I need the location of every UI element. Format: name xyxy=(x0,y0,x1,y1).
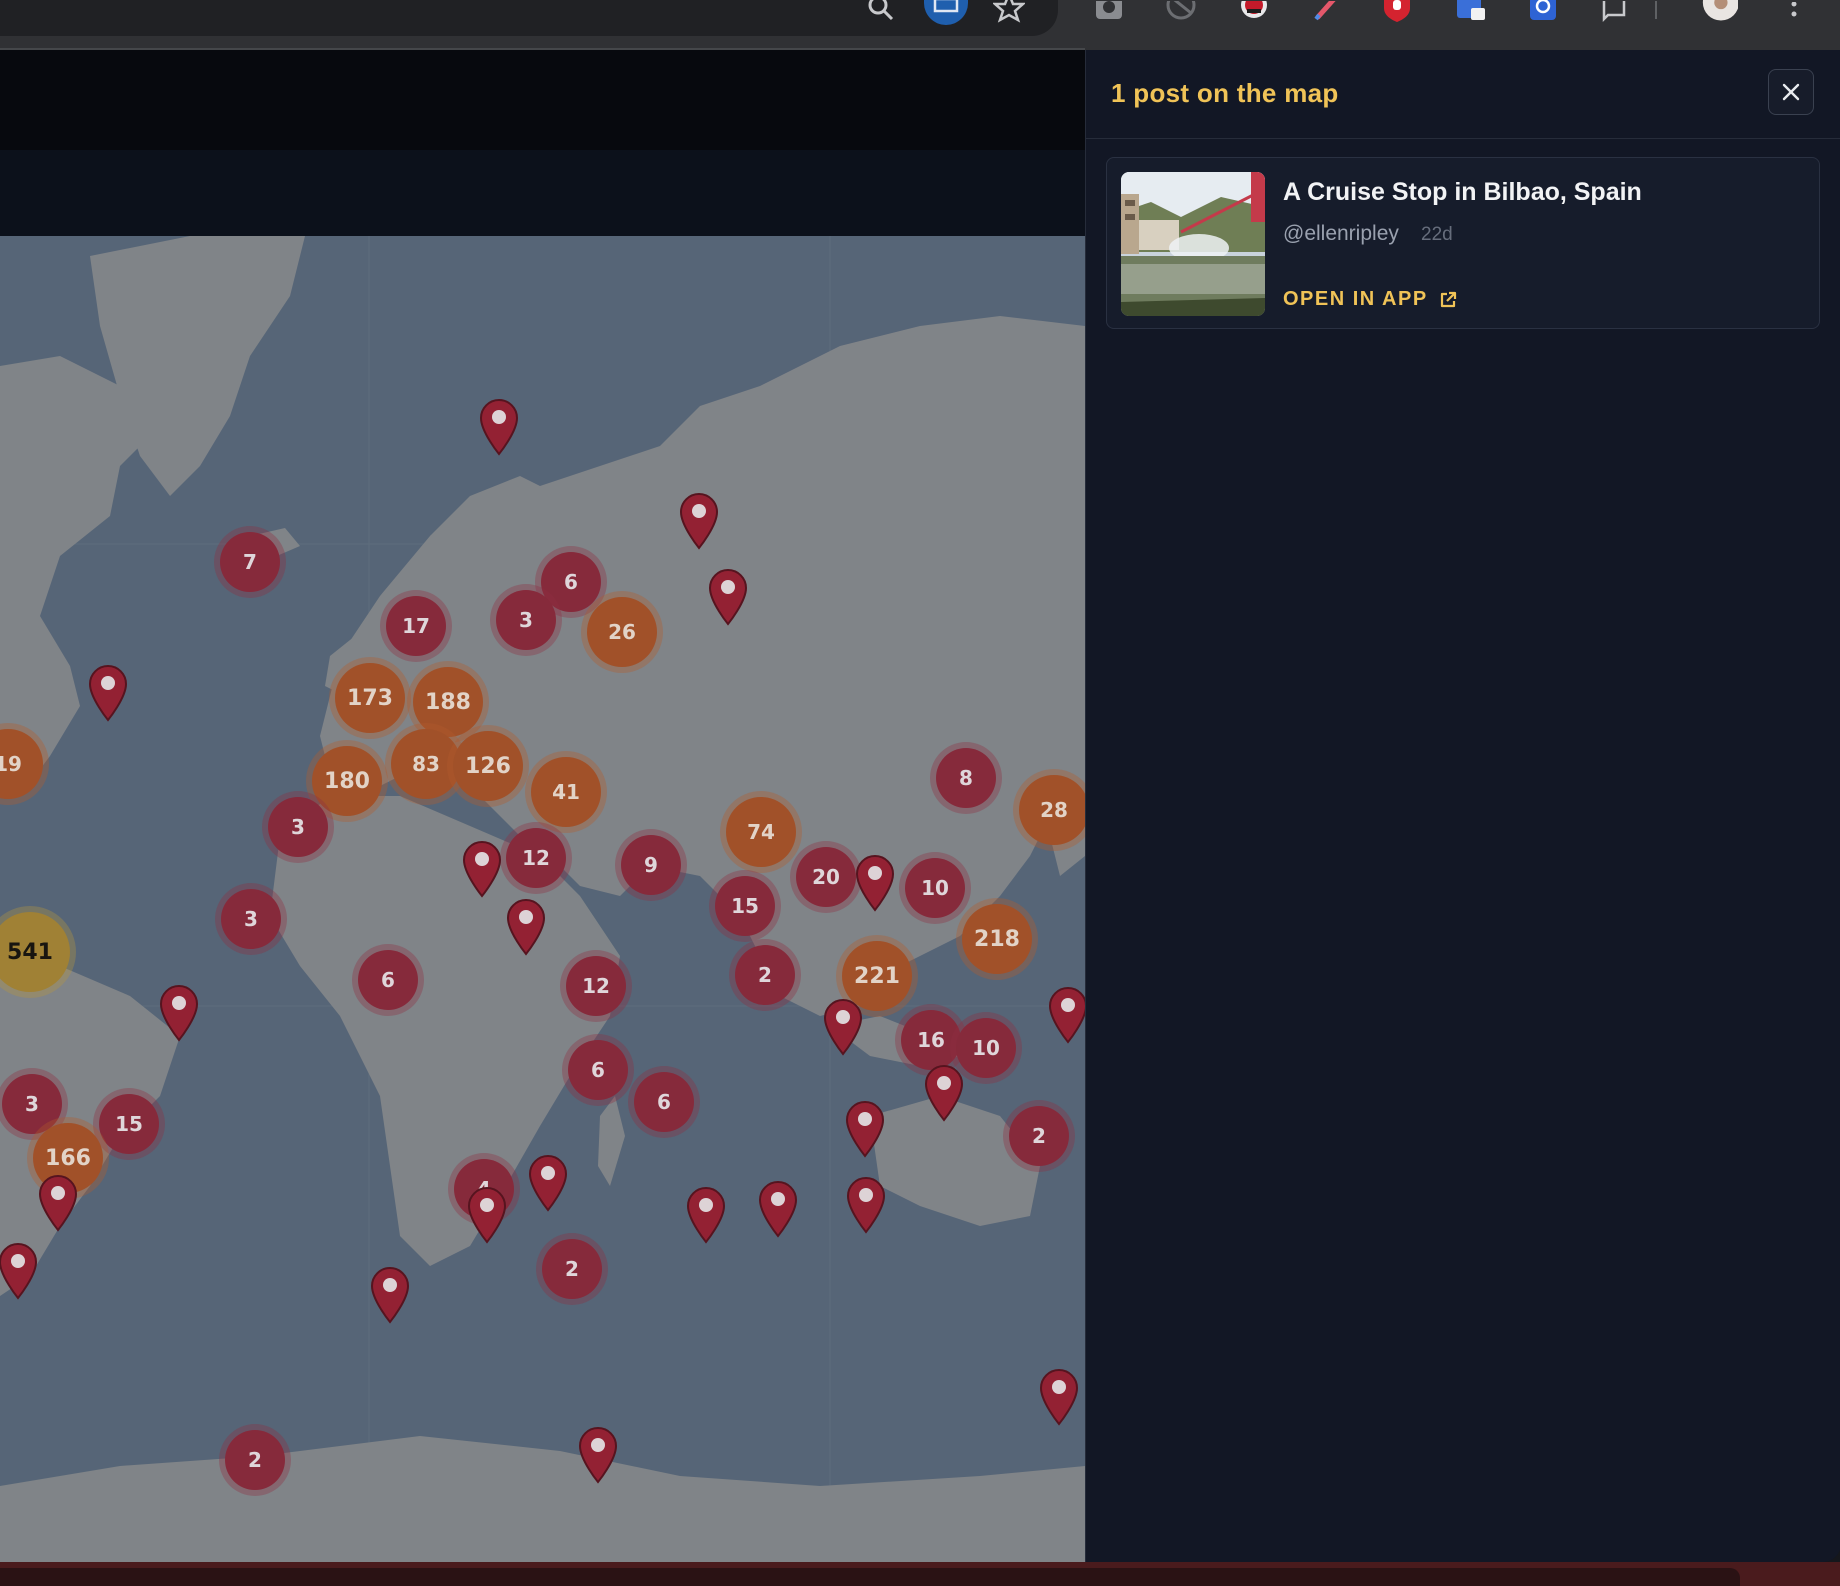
camera-extension-icon[interactable] xyxy=(1090,0,1128,24)
posts-side-panel: 1 post on the map A Cruise Stop in Bilba… xyxy=(1085,50,1840,1562)
map-pin-marker-3[interactable] xyxy=(706,568,750,626)
map-cluster-10[interactable]: 180 xyxy=(312,746,382,816)
world-map[interactable]: 7 17 6 3 26 173 188 83 126 180 41 19 3 12 9 74 20 15 8 28 10… xyxy=(0,236,1085,1562)
map-pin-marker-6[interactable] xyxy=(504,898,548,956)
blocked-extension-icon[interactable] xyxy=(1162,0,1200,24)
app-header xyxy=(0,50,1085,150)
map-cluster-1[interactable]: 7 xyxy=(220,532,280,592)
app-subheader xyxy=(0,150,1085,236)
map-pin-marker-17[interactable] xyxy=(756,1180,800,1238)
map-pin-marker-21[interactable] xyxy=(1037,1368,1081,1426)
map-cluster-16[interactable]: 74 xyxy=(726,797,796,867)
map-cluster-38[interactable]: 2 xyxy=(542,1239,602,1299)
map-pin-marker-20[interactable] xyxy=(368,1266,412,1324)
map-pin-marker-8[interactable] xyxy=(821,998,865,1056)
post-title[interactable]: A Cruise Stop in Bilbao, Spain xyxy=(1283,178,1642,207)
map-pin-marker-13[interactable] xyxy=(36,1174,80,1232)
map-cluster-8[interactable]: 83 xyxy=(391,729,461,799)
map-pin-marker-1[interactable] xyxy=(477,398,521,456)
map-cluster-26[interactable]: 3 xyxy=(221,889,281,949)
search-icon[interactable] xyxy=(862,0,900,24)
map-pin-marker-4[interactable] xyxy=(86,664,130,722)
map-cluster-24[interactable]: 2 xyxy=(735,945,795,1005)
map-pin-marker-16[interactable] xyxy=(684,1186,728,1244)
map-cluster-34[interactable]: 6 xyxy=(568,1040,628,1100)
lock-extension-icon[interactable] xyxy=(1452,0,1490,24)
screen-share-icon[interactable] xyxy=(922,0,970,25)
profile-avatar[interactable] xyxy=(1700,0,1738,24)
map-cluster-20[interactable]: 28 xyxy=(1019,775,1085,845)
map-cluster-2[interactable]: 17 xyxy=(386,596,446,656)
map-cluster-36[interactable]: 2 xyxy=(1009,1106,1069,1166)
shield-extension-icon[interactable] xyxy=(1378,0,1416,24)
map-cluster-5[interactable]: 26 xyxy=(587,597,657,667)
toolbar-separator xyxy=(1654,0,1658,24)
map-cluster-6[interactable]: 173 xyxy=(335,663,405,733)
map-cluster-29[interactable]: 16 xyxy=(901,1010,961,1070)
map-pin-marker-9[interactable] xyxy=(853,854,897,912)
panel-header: 1 post on the map xyxy=(1086,50,1840,139)
close-icon xyxy=(1782,83,1800,101)
map-cluster-35[interactable]: 6 xyxy=(634,1072,694,1132)
post-card[interactable]: A Cruise Stop in Bilbao, Spain @ellenrip… xyxy=(1106,157,1820,329)
pen-extension-icon[interactable] xyxy=(1306,0,1344,24)
open-in-app-label: OPEN IN APP xyxy=(1283,288,1428,310)
map-pin-marker-11[interactable] xyxy=(843,1100,887,1158)
external-link-icon xyxy=(1440,291,1456,307)
map-cluster-18[interactable]: 15 xyxy=(715,876,775,936)
map-cluster-28[interactable]: 12 xyxy=(566,956,626,1016)
map-pin-marker-19[interactable] xyxy=(0,1242,40,1300)
map-cluster-27[interactable]: 6 xyxy=(358,950,418,1010)
bottom-bar-inner xyxy=(0,1568,1740,1586)
post-author[interactable]: @ellenripley xyxy=(1283,222,1399,246)
map-pin-marker-18[interactable] xyxy=(844,1176,888,1234)
puzzle-extension-icon[interactable] xyxy=(1596,0,1634,24)
map-cluster-32[interactable]: 15 xyxy=(99,1094,159,1154)
map-cluster-19[interactable]: 8 xyxy=(936,748,996,808)
bookmark-star-icon[interactable] xyxy=(990,0,1028,24)
map-cluster-39[interactable]: 2 xyxy=(225,1430,285,1490)
map-cluster-21[interactable]: 10 xyxy=(905,858,965,918)
map-cluster-4[interactable]: 3 xyxy=(496,590,556,650)
map-cluster-11[interactable]: 41 xyxy=(531,757,601,827)
panel-title: 1 post on the map xyxy=(1111,78,1339,108)
more-menu-icon[interactable] xyxy=(1774,0,1814,24)
map-cluster-17[interactable]: 20 xyxy=(796,847,856,907)
map-cluster-9[interactable]: 126 xyxy=(453,731,523,801)
close-button[interactable] xyxy=(1768,69,1814,115)
map-pin-marker-14[interactable] xyxy=(526,1154,570,1212)
post-thumbnail[interactable] xyxy=(1121,172,1265,316)
browser-toolbar xyxy=(0,0,1840,50)
map-cluster-22[interactable]: 218 xyxy=(962,904,1032,974)
key-extension-icon[interactable] xyxy=(1235,0,1273,24)
map-cluster-7[interactable]: 188 xyxy=(413,667,483,737)
map-cluster-13[interactable]: 3 xyxy=(268,797,328,857)
map-pin-marker-5[interactable] xyxy=(460,840,504,898)
map-pin-marker-15[interactable] xyxy=(465,1186,509,1244)
map-pin-marker-22[interactable] xyxy=(576,1426,620,1484)
map-pin-marker-7[interactable] xyxy=(157,984,201,1042)
post-age: 22d xyxy=(1421,224,1453,245)
gear-extension-icon[interactable] xyxy=(1524,0,1562,24)
map-pin-marker-2[interactable] xyxy=(677,492,721,550)
open-in-app-link[interactable]: OPEN IN APP xyxy=(1283,288,1458,311)
map-cluster-14[interactable]: 12 xyxy=(506,828,566,888)
map-pin-marker-10[interactable] xyxy=(1046,986,1085,1044)
map-pin-marker-12[interactable] xyxy=(922,1064,966,1122)
map-cluster-15[interactable]: 9 xyxy=(621,835,681,895)
